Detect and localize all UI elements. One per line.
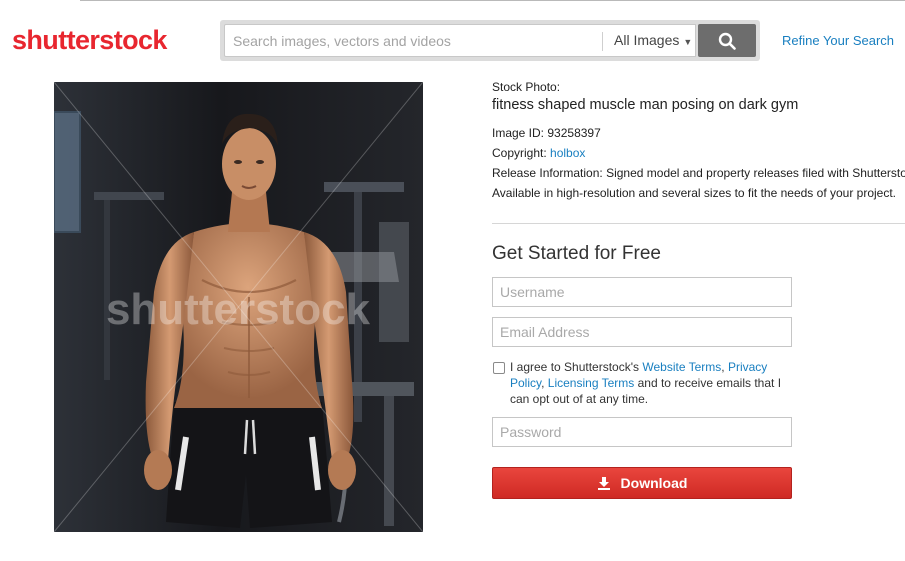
image-details: Stock Photo: fitness shaped muscle man p… [492, 79, 905, 203]
search-type-value: All Images [614, 32, 680, 48]
terms-text: I agree to Shutterstock's Website Terms,… [510, 359, 792, 407]
licensing-terms-link[interactable]: Licensing Terms [548, 376, 634, 390]
search-button[interactable] [698, 24, 756, 57]
stock-photo[interactable]: shutterstock [54, 82, 423, 532]
download-button[interactable]: Download [492, 467, 792, 499]
search-type-dropdown[interactable]: All Images ▼ [614, 24, 692, 57]
stock-photo-label: Stock Photo: [492, 80, 561, 94]
copyright-label: Copyright: [492, 146, 547, 160]
release-row: Release Information: Signed model and pr… [492, 163, 905, 183]
terms-agreement: I agree to Shutterstock's Website Terms,… [492, 359, 792, 407]
terms-checkbox[interactable] [493, 362, 505, 374]
top-divider [80, 0, 905, 1]
watermark-text: shutterstock [106, 285, 371, 334]
shutterstock-logo[interactable]: shutterstock [12, 24, 167, 56]
website-terms-link[interactable]: Website Terms [642, 360, 721, 374]
image-title: fitness shaped muscle man posing on dark… [492, 97, 799, 113]
download-label: Download [620, 475, 688, 491]
terms-prefix: I agree to Shutterstock's [510, 360, 643, 374]
section-divider [492, 223, 905, 224]
image-id-row: Image ID: 93258397 [492, 123, 905, 143]
signup-title: Get Started for Free [492, 243, 661, 264]
copyright-row: Copyright: holbox [492, 143, 905, 163]
email-input[interactable] [492, 317, 792, 347]
terms-comma-2: , [541, 376, 548, 390]
image-id-value: 93258397 [547, 126, 601, 140]
caret-down-icon: ▼ [683, 37, 693, 47]
search-divider [602, 32, 603, 51]
search-bar: All Images▼ [220, 20, 760, 61]
username-input[interactable] [492, 277, 792, 307]
release-text: Signed model and property releases filed… [606, 166, 905, 180]
download-icon [597, 476, 611, 490]
release-label: Release Information: [492, 166, 603, 180]
availability-text: Available in high-resolution and several… [492, 186, 897, 200]
terms-comma: , [721, 360, 728, 374]
image-id-label: Image ID: [492, 126, 545, 140]
search-icon [718, 32, 736, 50]
photo-illustration: shutterstock [54, 82, 423, 532]
copyright-author-link[interactable]: holbox [550, 146, 585, 160]
password-input[interactable] [492, 417, 792, 447]
refine-search-link[interactable]: Refine Your Search [782, 33, 894, 48]
